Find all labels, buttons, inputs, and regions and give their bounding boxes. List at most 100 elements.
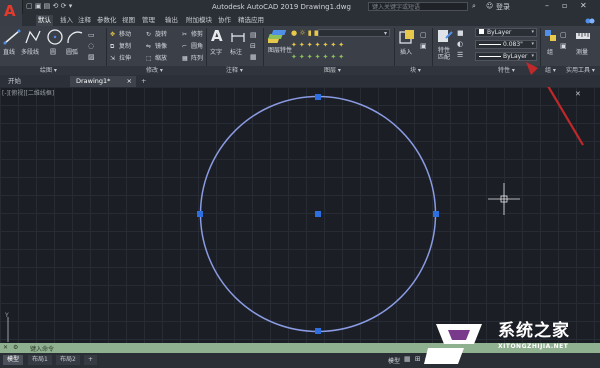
grip-center[interactable] [315,211,321,217]
panel-label-properties[interactable]: 特性 ▾ [498,66,515,75]
dimension-tool-icon[interactable] [230,30,246,44]
window-maximize-icon[interactable]: ▫ [562,1,567,10]
new-tab-button[interactable]: + [138,76,150,87]
login-link[interactable]: 登录 [496,2,510,12]
polyline-icon[interactable] [24,28,42,46]
match-properties-label[interactable]: 特性匹配 [438,47,450,61]
mirror-tool[interactable]: ⇋ 镜像 [146,41,167,50]
tab-annotate[interactable]: 注释 [76,15,93,26]
mirror-icon: ⇋ [146,43,152,50]
panel-label-modify[interactable]: 修改 ▾ [146,66,163,75]
arrow-head-icon [526,62,538,75]
circle-tool-icon[interactable] [46,28,64,46]
text-button-label[interactable]: 文字 [210,47,222,56]
layout-tab-model[interactable]: 模型 [3,355,24,365]
measure-button-label[interactable]: 测量 [576,47,588,56]
user-icon[interactable]: ☺ [486,2,493,10]
layer-properties-label[interactable]: 图层特性 [268,47,292,54]
panel-label-layers[interactable]: 图层 ▾ [324,66,341,75]
tab-insert[interactable]: 插入 [58,15,75,26]
line-button-label[interactable]: 直线 [3,47,15,56]
drawing-svg: Y [4,87,584,342]
move-tool[interactable]: ✥ 移动 [110,29,131,38]
layer-dropdown[interactable]: ▾ [318,29,390,37]
panel-label-annotation[interactable]: 注释 ▾ [226,66,243,75]
copy-tool[interactable]: ⧉ 复制 [110,41,131,50]
grip-bottom[interactable] [315,328,321,334]
trim-tool[interactable]: ✂ 修剪 [182,29,203,38]
scale-icon: ⬚ [146,55,152,62]
dimension-button-label[interactable]: 标注 [230,47,242,56]
doc-tab-start[interactable]: 开始 [2,76,64,87]
polyline-button-label[interactable]: 多段线 [21,47,39,56]
panel-label-draw[interactable]: 绘图 ▾ [40,66,57,75]
layer-properties-icon[interactable] [268,28,286,46]
group-extra-tools[interactable]: ▢ ▣ [560,30,567,52]
tab-output[interactable]: 输出 [163,15,180,26]
watermark-text: 系统之家 [498,321,570,341]
rotate-tool[interactable]: ↻ 旋转 [146,29,167,38]
new-layout-button[interactable]: + [84,355,98,365]
tab-default[interactable]: 默认 [36,15,53,26]
stretch-tool[interactable]: ⇲ 拉伸 [110,53,131,62]
window-minimize-icon[interactable]: – [545,1,549,10]
ucs-icon: Y [4,312,9,342]
tab-view[interactable]: 视图 [120,15,137,26]
command-settings-icon[interactable]: ⚙ [13,344,18,351]
doc-tab-close-icon[interactable]: × [127,76,132,87]
trim-icon: ✂ [182,31,188,38]
move-icon: ✥ [110,31,116,38]
scale-tool[interactable]: ⬚ 缩放 [146,53,167,62]
annotation-extra-tools[interactable]: ▤ ⊟ ▦ [250,30,257,63]
command-input[interactable]: 键入命令 [30,344,54,353]
circle-button-label[interactable]: 圆 [50,47,56,56]
insert-block-icon[interactable] [398,28,416,46]
line-icon[interactable] [3,28,21,46]
lineweight-dropdown[interactable]: 0.083" ▾ [475,40,537,49]
search-icon[interactable]: ⌕ [472,2,476,11]
group-button-label[interactable]: 组 [547,47,553,56]
panel-label-block[interactable]: 块 ▾ [410,66,421,75]
grip-left[interactable] [197,211,203,217]
arc-button-label[interactable]: 圆弧 [66,47,78,56]
properties-side-icons[interactable]: ■ ◐ ☰ [457,28,464,61]
watermark-logo-icon [424,324,482,364]
annotation-arrow [547,87,584,146]
tab-addins[interactable]: 附加模块 [184,15,214,26]
color-dropdown[interactable]: ByLayer ▾ [475,28,537,37]
text-tool-icon[interactable]: A [211,28,227,44]
crosshair-cursor [488,183,520,215]
panel-label-utilities[interactable]: 实用工具 ▾ [566,66,595,75]
layer-tools-row-1[interactable]: ✦✦✦✦✦✦✦ [291,41,346,49]
fillet-tool[interactable]: ⌐ 圆角 [182,41,203,50]
grip-top[interactable] [315,94,321,100]
search-input[interactable]: 键入关键字或短语 [368,2,468,11]
fillet-icon: ⌐ [182,43,188,50]
grip-right[interactable] [433,211,439,217]
doc-tab-drawing1[interactable]: Drawing1* × [70,76,136,87]
tab-manage[interactable]: 管理 [140,15,157,26]
tab-featured-apps[interactable]: 精选应用 [236,15,266,26]
command-close-icon[interactable]: ✕ [3,344,8,351]
draw-extra-tools[interactable]: ▭ ◌ ▨ [88,30,102,66]
autocad-logo-button[interactable]: A [0,0,23,26]
status-model-button[interactable]: 模型 [388,356,400,365]
window-close-icon[interactable]: ✕ [580,1,587,10]
array-tool[interactable]: ▦ 阵列 [182,53,203,62]
match-properties-icon[interactable] [437,28,453,44]
watermark-url: XITONGZHIJIA.NET [498,343,569,350]
status-bar: 模型 布局1 布局2 + 模型 ▦ ⊞ ⌖ ∟ ◎ [0,353,600,368]
rotate-icon: ↻ [146,31,152,38]
insert-button-label[interactable]: 插入 [400,47,412,56]
quick-access-toolbar[interactable]: ▢ ▣ ▤ ⟲ ⟳ ▾ [26,2,72,10]
arc-tool-icon[interactable] [66,28,84,46]
measure-icon[interactable] [575,28,591,44]
tab-parametric[interactable]: 参数化 [95,15,119,26]
group-icon[interactable] [544,28,558,44]
block-extra-tools[interactable]: ▢ ▣ [420,30,427,52]
layout-tab-1[interactable]: 布局1 [28,355,52,365]
share-icon[interactable] [585,17,595,25]
layer-tools-row-2[interactable]: ✦✦✦✦✦✦✦ [291,53,346,61]
tab-collaborate[interactable]: 协作 [216,15,233,26]
layout-tab-2[interactable]: 布局2 [56,355,80,365]
